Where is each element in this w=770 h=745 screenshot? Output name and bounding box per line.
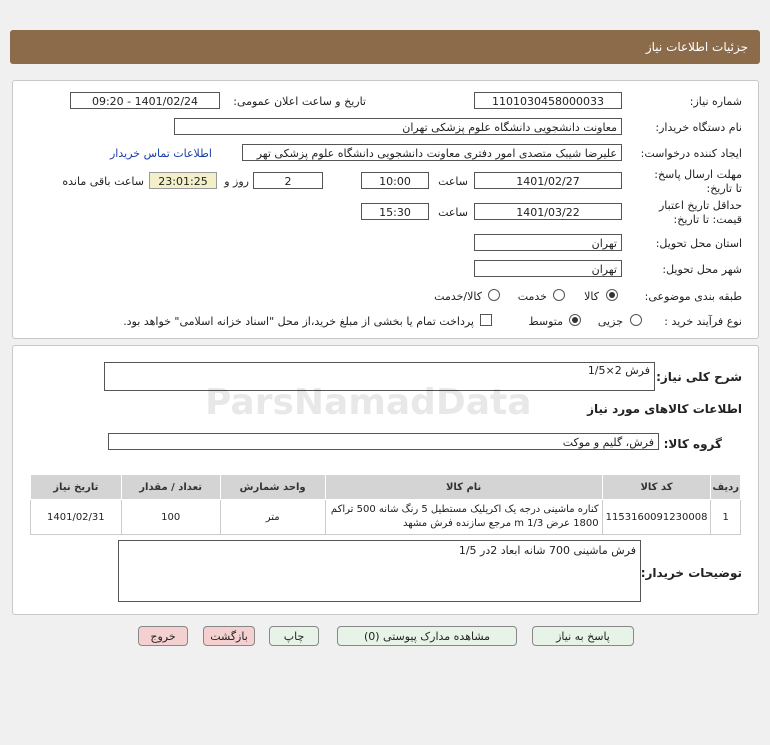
treasury-payment-note: پرداخت تمام یا بخشی از مبلغ خرید،از محل … — [123, 315, 474, 328]
goods-group-label: گروه کالا: — [663, 437, 722, 451]
treasury-payment-checkbox[interactable] — [480, 314, 492, 326]
city-field: تهران — [474, 260, 622, 277]
cell-name: کناره ماشینی درجه یک اکریلیک مستطیل 5 رن… — [324, 499, 603, 535]
col-name: نام کالا — [324, 474, 603, 500]
category-radio-goods[interactable] — [606, 289, 618, 301]
buyer-org-label: نام دستگاه خریدار: — [655, 121, 742, 134]
col-qty: تعداد / مقدار — [120, 474, 221, 500]
validity-time-label: ساعت — [438, 206, 468, 219]
category-radio-goods-service[interactable] — [488, 289, 500, 301]
requester-label: ایجاد کننده درخواست: — [640, 147, 742, 160]
attachments-button[interactable]: مشاهده مدارک پیوستی (0) — [337, 626, 517, 646]
deadline-time-label: ساعت — [438, 175, 468, 188]
process-label: نوع فرآیند خرید : — [664, 315, 742, 328]
validity-label: حداقل تاریخ اعتبار قیمت: تا تاریخ: — [658, 199, 742, 226]
cell-date: 1401/02/31 — [30, 499, 122, 535]
days-label: روز و — [224, 175, 249, 188]
category-option-goods: کالا — [584, 290, 599, 303]
days-field: 2 — [253, 172, 323, 189]
deadline-time-field: 10:00 — [361, 172, 429, 189]
col-date: تاریخ نیاز — [30, 474, 122, 500]
deadline-date-field: 1401/02/27 — [474, 172, 622, 189]
remaining-time-field: 23:01:25 — [149, 172, 217, 189]
col-code: کد کالا — [601, 474, 712, 500]
page-header: جزئیات اطلاعات نیاز — [10, 30, 760, 64]
exit-button[interactable]: خروج — [138, 626, 188, 646]
validity-date-field: 1401/03/22 — [474, 203, 622, 220]
page-title: جزئیات اطلاعات نیاز — [645, 40, 748, 54]
validity-time-field: 15:30 — [361, 203, 429, 220]
goods-table-header: ردیف کد کالا نام کالا واحد شمارش تعداد /… — [30, 474, 741, 500]
goods-group-field: فرش، گلیم و موکت — [108, 433, 659, 450]
process-option-medium: متوسط — [528, 315, 563, 328]
announce-field: 1401/02/24 - 09:20 — [70, 92, 220, 109]
buyer-contact-link[interactable]: اطلاعات تماس خریدار — [110, 147, 212, 160]
back-button[interactable]: بازگشت — [203, 626, 255, 646]
cell-row: 1 — [710, 499, 741, 535]
announce-label: تاریخ و ساعت اعلان عمومی: — [233, 95, 366, 108]
print-button[interactable]: چاپ — [269, 626, 319, 646]
buyer-description-field: فرش ماشینی 700 شانه ابعاد 2در 1/5 — [118, 540, 641, 602]
cell-unit: متر — [219, 499, 326, 535]
deadline-label: مهلت ارسال پاسخ: تا تاریخ: — [654, 168, 742, 195]
need-description-label: شرح کلی نیاز: — [656, 370, 742, 384]
reply-button[interactable]: پاسخ به نیاز — [532, 626, 634, 646]
requester-field: علیرضا شیبک متصدی امور دفتری معاونت دانش… — [242, 144, 622, 161]
process-radio-minor[interactable] — [630, 314, 642, 326]
remaining-label: ساعت باقی مانده — [62, 175, 144, 188]
category-option-service: خدمت — [517, 290, 547, 303]
col-row: ردیف — [710, 474, 741, 500]
table-row: 1 1153160091230008 کناره ماشینی درجه یک … — [30, 499, 741, 535]
category-option-goods-service: کالا/خدمت — [434, 290, 482, 303]
need-number-label: شماره نیاز: — [689, 95, 742, 108]
goods-table: ردیف کد کالا نام کالا واحد شمارش تعداد /… — [30, 474, 741, 535]
province-field: تهران — [474, 234, 622, 251]
buyer-description-label: توضیحات خریدار: — [640, 566, 742, 580]
cell-code: 1153160091230008 — [601, 499, 712, 535]
cell-qty: 100 — [120, 499, 221, 535]
category-label: طبقه بندی موضوعی: — [644, 290, 742, 303]
col-unit: واحد شمارش — [219, 474, 326, 500]
province-label: استان محل تحویل: — [655, 237, 742, 250]
city-label: شهر محل تحویل: — [662, 263, 742, 276]
category-radio-service[interactable] — [553, 289, 565, 301]
buyer-org-field: معاونت دانشجویی دانشگاه علوم پزشکی تهران — [174, 118, 622, 135]
need-number-field: 1101030458000033 — [474, 92, 622, 109]
process-option-minor: جزیی — [597, 315, 623, 328]
goods-info-title: اطلاعات کالاهای مورد نیاز — [587, 402, 742, 416]
need-description-field: فرش 2×1/5 — [104, 362, 655, 391]
process-radio-medium[interactable] — [569, 314, 581, 326]
